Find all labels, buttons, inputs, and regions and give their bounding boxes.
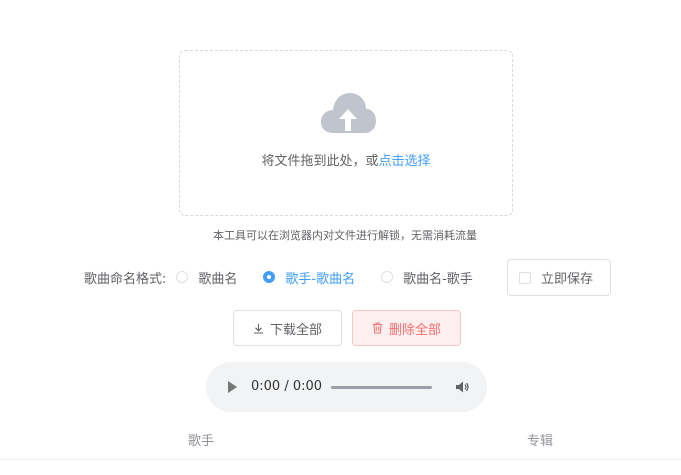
radio-circle[interactable]: [176, 271, 189, 283]
trash-icon: [372, 322, 382, 334]
radio-artist-song[interactable]: 歌手-歌曲名: [263, 268, 355, 287]
volume-icon[interactable]: [454, 379, 470, 395]
unlock-tip: 本工具可以在浏览器内对文件进行解锁，无需消耗流量: [213, 229, 477, 242]
column-header-artist: 歌手: [188, 434, 215, 449]
radio-circle[interactable]: [381, 271, 394, 283]
upload-cloud-icon: [320, 93, 376, 133]
download-all-label: 下载全部: [269, 322, 322, 338]
naming-format-group: 歌曲命名格式: 歌曲名 歌手-歌曲名 歌曲名-歌手: [84, 266, 499, 288]
checkbox-box[interactable]: [519, 271, 531, 284]
radio-label: 歌手-歌曲名: [285, 271, 356, 287]
delete-all-button[interactable]: 删除全部: [352, 310, 461, 346]
radio-label: 歌曲名-歌手: [403, 271, 473, 287]
download-icon: [253, 323, 263, 334]
progress-bar[interactable]: [331, 386, 432, 389]
download-all-button[interactable]: 下载全部: [233, 310, 342, 346]
radio-circle-checked[interactable]: [263, 271, 276, 283]
upload-hint-text: 将文件拖到此处，或: [261, 154, 379, 169]
radio-song-name[interactable]: 歌曲名: [176, 268, 237, 287]
audio-player[interactable]: 0:00 / 0:00: [206, 362, 487, 412]
upload-hint: 将文件拖到此处，或点击选择: [180, 150, 512, 169]
save-immediately-label: 立即保存: [541, 272, 594, 287]
play-icon[interactable]: [228, 381, 237, 393]
radio-label: 歌曲名: [198, 271, 238, 287]
column-header-album: 专辑: [527, 434, 554, 449]
save-immediately-checkbox[interactable]: 立即保存: [507, 259, 611, 296]
player-time: 0:00 / 0:00: [251, 379, 323, 394]
select-file-link[interactable]: 点击选择: [379, 154, 431, 169]
upload-dropzone[interactable]: 将文件拖到此处，或点击选择: [179, 50, 513, 216]
radio-song-artist[interactable]: 歌曲名-歌手: [381, 268, 473, 287]
naming-format-label: 歌曲命名格式:: [84, 271, 167, 287]
delete-all-label: 删除全部: [388, 322, 441, 338]
table-divider: [0, 459, 681, 460]
